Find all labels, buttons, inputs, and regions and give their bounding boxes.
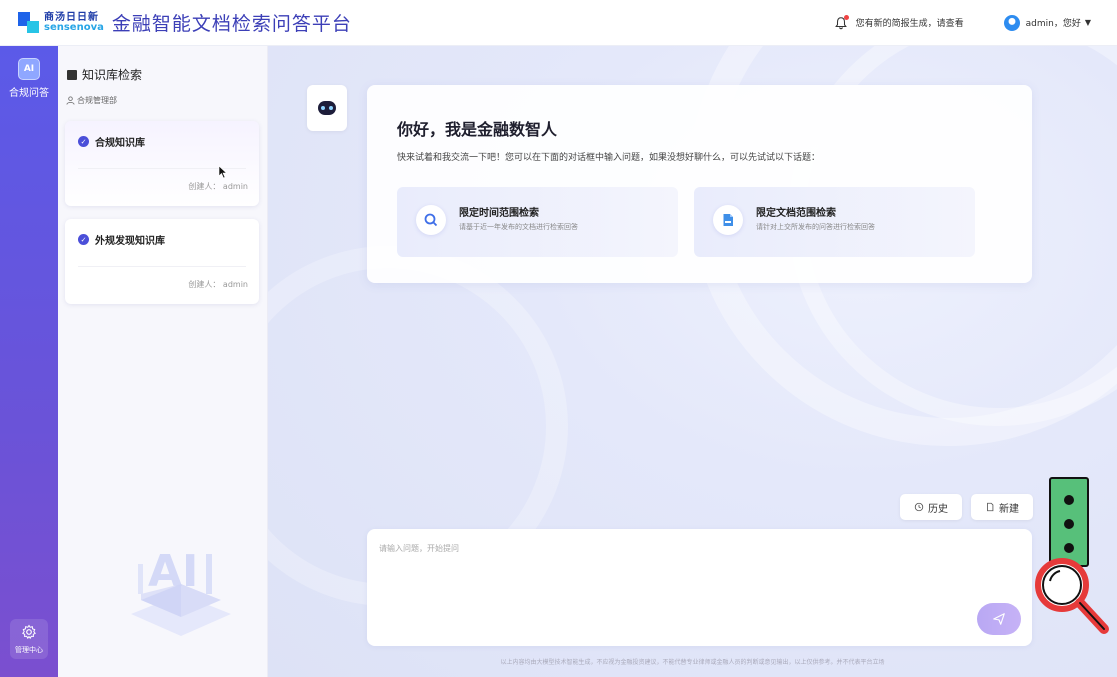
bot-avatar <box>307 85 347 131</box>
app-title: 金融智能文档检索问答平台 <box>111 13 352 35</box>
welcome-subtitle: 快来试着和我交流一下吧！您可以在下面的对话框中输入问题，如果没想好聊什么，可以先… <box>397 153 821 163</box>
mouse-cursor-icon <box>218 165 228 179</box>
document-icon <box>713 205 743 235</box>
new-chat-button[interactable]: 新建 <box>971 494 1033 520</box>
check-icon[interactable]: ✓ <box>78 234 89 245</box>
search-icon <box>416 205 446 235</box>
magnifier-icon[interactable] <box>1030 553 1116 639</box>
history-icon <box>914 502 924 512</box>
question-input[interactable] <box>379 543 939 623</box>
kb-card-creator: 创建人： admin <box>188 182 248 191</box>
check-icon[interactable]: ✓ <box>78 136 89 147</box>
suggestion-title: 限定时间范围检索 <box>459 208 539 219</box>
suggestion-doc-range[interactable]: 限定文档范围检索 请针对上交所发布的问答进行检索回答 <box>694 187 975 257</box>
user-greeting[interactable]: admin，您好 <box>1026 16 1081 29</box>
top-header: 商汤日日新 sensenova 金融智能文档检索问答平台 您有新的简报生成，请查… <box>0 0 1117 46</box>
left-nav-rail: AI 合规问答 管理中心 <box>0 46 58 677</box>
kb-title: 知识库检索 <box>67 66 142 83</box>
header-right: 您有新的简报生成，请查看 admin，您好 ▼ <box>834 14 1117 31</box>
nav-admin-center-label: 管理中心 <box>15 646 43 654</box>
nav-compliance-qa[interactable]: AI 合规问答 <box>0 58 58 99</box>
notification-text[interactable]: 您有新的简报生成，请查看 <box>856 16 964 29</box>
logo-mark-icon <box>18 11 40 34</box>
department-label: 合规管理部 <box>66 95 117 106</box>
kb-card-external[interactable]: ✓ 外规发现知识库 创建人： admin <box>65 219 259 304</box>
ai-icon: AI <box>18 58 40 80</box>
person-icon <box>66 96 75 105</box>
chat-main: 你好，我是金融数智人 快来试着和我交流一下吧！您可以在下面的对话框中输入问题，如… <box>268 46 1117 677</box>
disclaimer-text: 以上内容均由大模型技术智能生成，不应视为金融投资建议，不能代替专业律师或金融人员… <box>500 659 885 666</box>
welcome-card: 你好，我是金融数智人 快来试着和我交流一下吧！您可以在下面的对话框中输入问题，如… <box>367 85 1032 283</box>
bell-icon[interactable] <box>834 14 849 30</box>
chevron-down-icon[interactable]: ▼ <box>1085 18 1091 27</box>
nav-admin-center[interactable]: 管理中心 <box>10 619 48 659</box>
send-button[interactable] <box>977 603 1021 635</box>
book-icon <box>67 69 77 80</box>
user-avatar[interactable] <box>1003 14 1020 31</box>
logo-en-text: sensenova <box>44 21 104 33</box>
suggestion-title: 限定文档范围检索 <box>756 208 836 219</box>
notification-dot <box>843 14 849 20</box>
kb-card-name: 合规知识库 <box>95 138 145 149</box>
brand-logo[interactable]: 商汤日日新 sensenova 金融智能文档检索问答平台 <box>18 9 352 36</box>
suggestion-desc: 请针对上交所发布的问答进行检索回答 <box>756 223 875 231</box>
welcome-title: 你好，我是金融数智人 <box>397 120 558 139</box>
chat-input-box <box>367 529 1032 646</box>
suggestion-desc: 请基于近一年发布的文档进行检索回答 <box>459 223 578 231</box>
kb-card-name: 外规发现知识库 <box>95 236 165 247</box>
ai-illustration: AI <box>131 546 231 636</box>
robot-icon <box>318 101 336 115</box>
send-icon <box>993 613 1005 625</box>
kb-card-creator: 创建人： admin <box>188 280 248 289</box>
gear-icon <box>22 624 36 640</box>
kb-card-compliance[interactable]: ✓ 合规知识库 创建人： admin <box>65 121 259 206</box>
svg-text:AI: AI <box>148 546 198 597</box>
new-chat-icon <box>987 502 994 512</box>
suggestion-time-range[interactable]: 限定时间范围检索 请基于近一年发布的文档进行检索回答 <box>397 187 678 257</box>
logo-cn-text: 商汤日日新 <box>44 11 99 23</box>
knowledge-sidebar: 知识库检索 合规管理部 ✓ 合规知识库 创建人： admin ✓ 外规发现知识库… <box>58 46 268 677</box>
nav-compliance-qa-label: 合规问答 <box>9 88 49 99</box>
history-button[interactable]: 历史 <box>900 494 962 520</box>
